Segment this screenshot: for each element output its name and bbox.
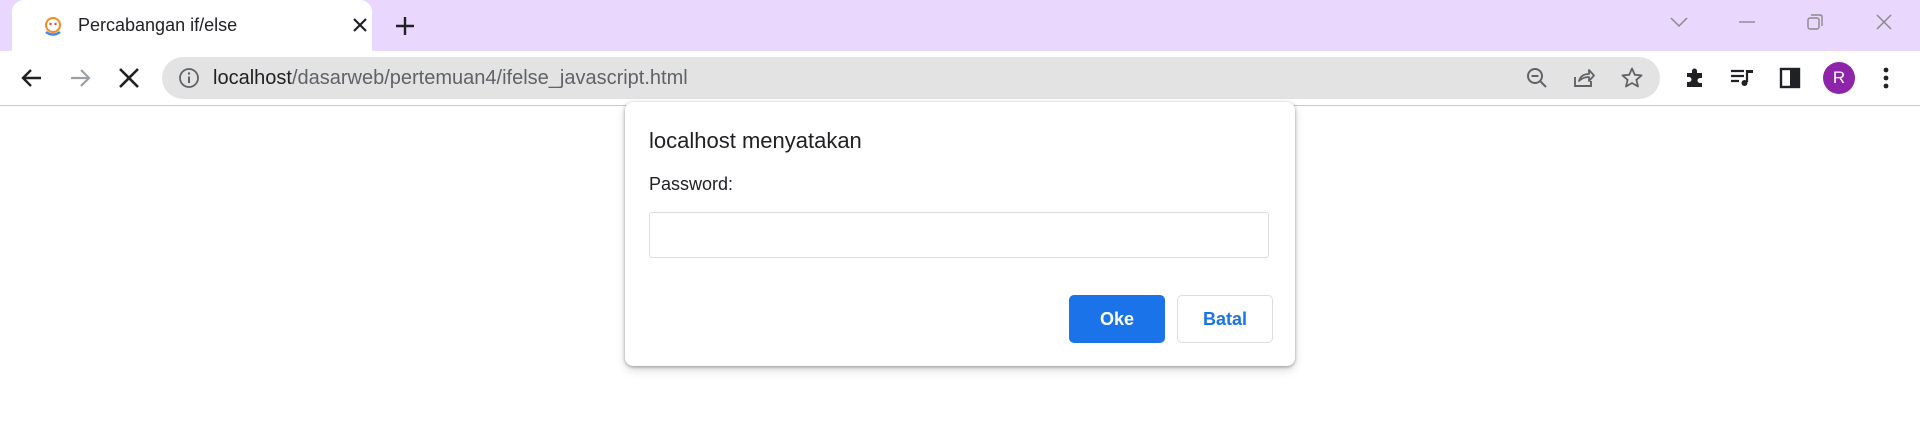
browser-toolbar: localhost/dasarweb/pertemuan4/ifelse_jav… [0, 51, 1920, 106]
dialog-title: localhost menyatakan [649, 128, 862, 153]
tab-search-icon[interactable] [1661, 8, 1697, 36]
prompt-dialog: localhost menyatakan Password: Oke Batal [625, 102, 1295, 366]
url-path: /dasarweb/pertemuan4/ifelse_javascript.h… [291, 67, 688, 89]
url-host: localhost [213, 67, 292, 89]
ok-button[interactable]: Oke [1069, 295, 1165, 343]
side-panel-icon[interactable] [1777, 65, 1803, 91]
avatar-initial: R [1832, 68, 1846, 87]
extensions-icon[interactable] [1682, 65, 1708, 91]
browser-tab[interactable]: Percabangan if/else [12, 0, 372, 51]
dialog-message: Password: [649, 174, 734, 194]
close-icon[interactable] [348, 13, 372, 37]
cancel-button[interactable]: Batal [1177, 295, 1273, 343]
minimize-icon[interactable] [1729, 8, 1765, 36]
star-icon[interactable] [1620, 66, 1644, 90]
stop-icon[interactable] [113, 62, 145, 94]
menu-icon[interactable] [1873, 65, 1899, 91]
tab-title: Percabangan if/else [78, 15, 238, 35]
profile-avatar[interactable]: R [1823, 62, 1855, 94]
tab-strip: Percabangan if/else [0, 0, 1920, 51]
window-close-icon[interactable] [1866, 8, 1902, 36]
media-icon[interactable] [1729, 65, 1755, 91]
favicon-icon [42, 15, 64, 37]
address-bar[interactable]: localhost/dasarweb/pertemuan4/ifelse_jav… [162, 57, 1660, 99]
share-icon[interactable] [1572, 66, 1596, 90]
new-tab-icon[interactable] [390, 11, 420, 41]
zoom-out-icon[interactable] [1525, 66, 1549, 90]
forward-icon[interactable] [64, 62, 96, 94]
password-input[interactable] [649, 212, 1269, 258]
info-icon[interactable] [178, 67, 200, 89]
url-text: localhost/dasarweb/pertemuan4/ifelse_jav… [213, 67, 688, 90]
restore-icon[interactable] [1797, 8, 1833, 36]
back-icon[interactable] [16, 62, 48, 94]
